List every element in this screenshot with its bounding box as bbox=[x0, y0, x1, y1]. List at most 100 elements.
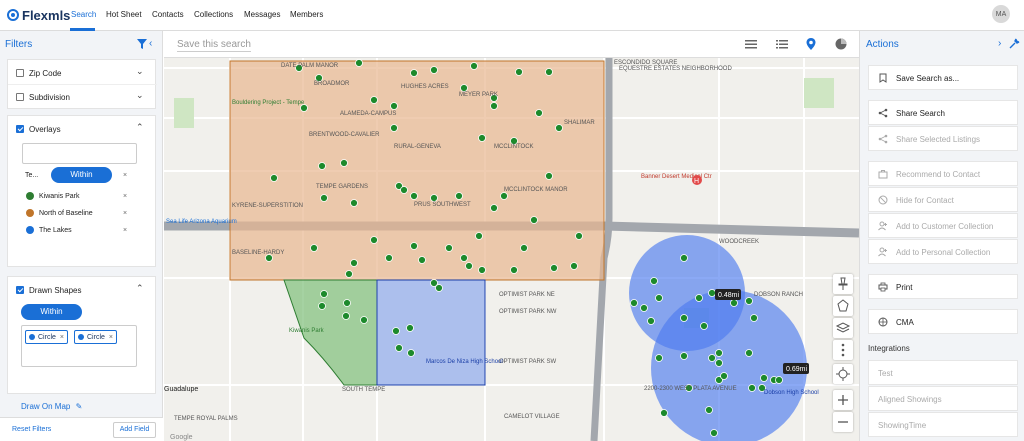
locate-me-button[interactable] bbox=[833, 364, 853, 384]
chevron-up-icon[interactable]: ⌃ bbox=[136, 283, 144, 294]
overlay-mode-clear-icon[interactable]: × bbox=[123, 172, 127, 179]
actions-title: Actions bbox=[866, 39, 899, 50]
add-to-personal-collection-button[interactable]: Add to Personal Collection bbox=[868, 239, 1018, 264]
remove-kiwanis-park-icon[interactable]: × bbox=[123, 193, 127, 200]
integration-aligned-showings-button[interactable]: Aligned Showings bbox=[868, 386, 1018, 411]
draw-shape-button[interactable] bbox=[833, 296, 853, 316]
zoom-in-button[interactable] bbox=[833, 390, 853, 410]
user-avatar[interactable]: MA bbox=[992, 5, 1010, 23]
more-options-button[interactable] bbox=[833, 340, 853, 360]
filters-header: Filters ‹ bbox=[0, 31, 163, 57]
chevron-up-icon[interactable]: ⌃ bbox=[136, 122, 144, 133]
map-label: OPTIMIST PARK SW bbox=[499, 359, 556, 365]
integration-showingtime-button[interactable]: ShowingTime bbox=[868, 412, 1018, 437]
subdivision-row[interactable]: Subdivision ⌄ bbox=[8, 85, 157, 109]
remove-circle-icon[interactable]: × bbox=[109, 334, 113, 341]
map-label: ALAMEDA-CAMPUS bbox=[340, 111, 396, 117]
share-search-button[interactable]: Share Search bbox=[868, 100, 1018, 125]
collapse-chevron-right-icon[interactable]: › bbox=[998, 38, 1001, 49]
map-label: MCCLINTOCK bbox=[494, 144, 534, 150]
integration-test-button[interactable]: Test bbox=[868, 360, 1018, 385]
layers-button[interactable] bbox=[833, 318, 853, 338]
overlay-search-input[interactable] bbox=[22, 143, 137, 164]
block-icon bbox=[878, 195, 888, 205]
map-label: DOBSON RANCH bbox=[754, 292, 803, 298]
drawn-shapes-within-toggle[interactable]: Within bbox=[21, 304, 82, 320]
map-label: SOUTH TEMPE bbox=[342, 387, 385, 393]
recommend-to-contact-button[interactable]: Recommend to Contact bbox=[868, 161, 1018, 186]
chevron-down-icon[interactable]: ⌄ bbox=[136, 90, 144, 101]
detail-list-view-icon[interactable] bbox=[775, 37, 789, 51]
listing-map[interactable]: DATE PALM MANOR BROADMOR HUGHES ACRES ME… bbox=[164, 58, 859, 441]
circle-shape-tag[interactable]: Circle × bbox=[25, 330, 68, 344]
draw-on-map-link[interactable]: Draw On Map ✎ bbox=[21, 402, 82, 411]
chevron-down-icon[interactable]: ⌄ bbox=[136, 66, 144, 77]
map-label: WOODCREEK bbox=[719, 239, 759, 245]
map-label: OPTIMIST PARK NW bbox=[499, 309, 557, 315]
subdivision-checkbox[interactable] bbox=[16, 93, 24, 101]
map-label: RURAL-GENEVA bbox=[394, 144, 441, 150]
action-label: Print bbox=[896, 283, 913, 292]
map-label: BROADMOR bbox=[314, 81, 350, 87]
remove-the-lakes-icon[interactable]: × bbox=[123, 227, 127, 234]
save-search-as-button[interactable]: Save Search as... bbox=[868, 65, 1018, 90]
overlay-type-label[interactable]: Te... bbox=[25, 172, 38, 179]
plus-icon bbox=[838, 395, 848, 405]
north-of-baseline-color-swatch bbox=[26, 209, 34, 217]
drawn-shapes-list: Circle × Circle × bbox=[21, 325, 137, 367]
top-navigation-bar: Flexmls Search Hot Sheet Contacts Collec… bbox=[0, 0, 1024, 31]
integration-label: Aligned Showings bbox=[878, 395, 942, 404]
drawn-shapes-row[interactable]: Drawn Shapes ⌃ bbox=[8, 278, 157, 302]
the-lakes-color-swatch bbox=[26, 226, 34, 234]
remove-north-of-baseline-icon[interactable]: × bbox=[123, 210, 127, 217]
hide-for-contact-button[interactable]: Hide for Contact bbox=[868, 187, 1018, 212]
map-canvas[interactable]: DATE PALM MANOR BROADMOR HUGHES ACRES ME… bbox=[164, 58, 859, 441]
filter-funnel-icon[interactable] bbox=[137, 39, 147, 49]
pin-tool-button[interactable] bbox=[833, 274, 853, 294]
overlay-within-toggle[interactable]: Within bbox=[51, 167, 112, 183]
stats-pie-chart-icon[interactable] bbox=[834, 37, 848, 51]
add-to-customer-collection-button[interactable]: Add to Customer Collection bbox=[868, 213, 1018, 238]
map-label: OPTIMIST PARK NE bbox=[499, 292, 555, 298]
map-view-pin-icon[interactable] bbox=[804, 37, 818, 51]
cma-button[interactable]: CMA bbox=[868, 309, 1018, 334]
overlays-row[interactable]: Overlays ⌃ bbox=[8, 117, 157, 141]
add-field-button[interactable]: Add Field bbox=[113, 422, 156, 438]
map-label: EQUESTRE ESTATES NEIGHBORHOOD bbox=[619, 66, 732, 72]
zoom-out-button[interactable] bbox=[833, 412, 853, 432]
zip-code-checkbox[interactable] bbox=[16, 69, 24, 77]
distance-label: 0.48mi bbox=[718, 292, 739, 299]
tools-wrench-icon[interactable] bbox=[1009, 38, 1020, 49]
nav-messages[interactable]: Messages bbox=[244, 10, 280, 19]
nav-collections[interactable]: Collections bbox=[194, 10, 233, 19]
collapse-chevron-left-icon[interactable]: ‹ bbox=[149, 38, 152, 49]
drawn-shapes-checkbox[interactable] bbox=[16, 286, 24, 294]
map-label: TEMPE ROYAL PALMS bbox=[174, 416, 238, 422]
print-button[interactable]: Print bbox=[868, 274, 1018, 299]
save-search-input[interactable]: Save this search bbox=[177, 39, 251, 52]
nav-contacts[interactable]: Contacts bbox=[152, 10, 184, 19]
add-user-icon bbox=[878, 221, 887, 231]
flexmls-logo[interactable]: Flexmls bbox=[7, 7, 70, 23]
nav-members[interactable]: Members bbox=[290, 10, 323, 19]
map-label: BRENTWOOD-CAVALIER bbox=[309, 132, 380, 138]
map-label: 2200-2300 WEST PLATA AVENUE bbox=[644, 386, 737, 392]
nav-search[interactable]: Search bbox=[71, 10, 96, 19]
map-label: Marcos De Niza High School bbox=[426, 359, 503, 365]
overlay-item-kiwanis-park: Kiwanis Park bbox=[39, 193, 80, 200]
map-label: MEYER PARK bbox=[459, 92, 498, 98]
distance-label: 0.69mi bbox=[786, 366, 807, 373]
briefcase-icon bbox=[878, 170, 888, 179]
map-toolbar: Save this search bbox=[164, 31, 859, 58]
zip-code-row[interactable]: Zip Code ⌄ bbox=[8, 61, 157, 85]
actions-panel: Actions › Save Search as... Share Search… bbox=[859, 31, 1024, 441]
share-selected-listings-button[interactable]: Share Selected Listings bbox=[868, 126, 1018, 151]
overlays-checkbox[interactable] bbox=[16, 125, 24, 133]
reset-filters-button[interactable]: Reset Filters bbox=[12, 426, 51, 433]
kiwanis-park-color-swatch bbox=[26, 192, 34, 200]
nav-hot-sheet[interactable]: Hot Sheet bbox=[106, 10, 142, 19]
circle-shape-tag[interactable]: Circle × bbox=[74, 330, 117, 344]
list-view-icon[interactable] bbox=[744, 37, 758, 51]
remove-circle-icon[interactable]: × bbox=[60, 334, 64, 341]
map-label: Guadalupe bbox=[164, 386, 198, 393]
